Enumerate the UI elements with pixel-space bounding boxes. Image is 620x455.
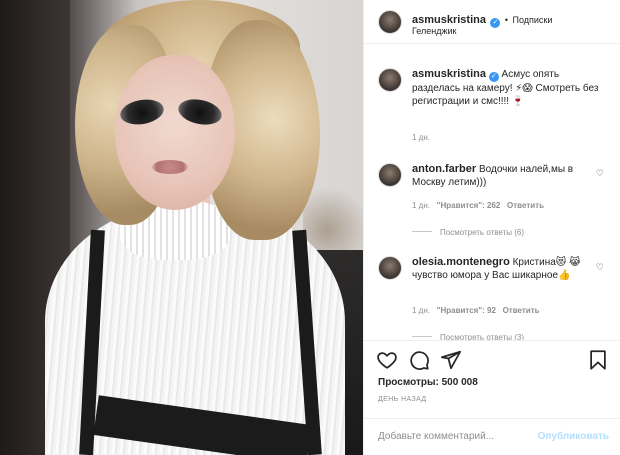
comment-meta: 1 дн. "Нравится": 92 Ответить (412, 306, 540, 315)
like-comment-heart-icon[interactable]: ♡ (596, 262, 604, 273)
comment-input[interactable]: Добавьте комментарий... (378, 431, 494, 442)
caption-username[interactable]: asmuskristina (412, 68, 486, 80)
reply-button[interactable]: Ответить (503, 306, 540, 315)
like-comment-heart-icon[interactable]: ♡ (596, 168, 604, 179)
view-replies-button[interactable]: Посмотреть ответы (6) (412, 228, 524, 237)
caption-avatar[interactable] (378, 68, 402, 92)
subject-face (115, 55, 235, 210)
comment-avatar[interactable] (378, 163, 402, 187)
subject-mouth (152, 160, 188, 174)
comment-bubble-icon[interactable] (408, 349, 430, 371)
view-replies-button[interactable]: Посмотреть ответы (3) (412, 333, 524, 340)
comment-avatar[interactable] (378, 256, 402, 280)
author-username[interactable]: asmuskristina (412, 14, 486, 26)
comment-likes[interactable]: "Нравится": 92 (437, 306, 496, 315)
photo-subject (0, 0, 363, 455)
comment-meta: 1 дн. "Нравится": 262 Ответить (412, 201, 544, 210)
action-bar (364, 340, 620, 380)
publish-comment-button[interactable]: Опубликовать (538, 431, 609, 442)
location-link[interactable]: Геленджик (412, 26, 456, 36)
comment-time[interactable]: 1 дн. (412, 306, 430, 315)
comment-username[interactable]: olesia.montenegro (412, 256, 510, 268)
comment-username[interactable]: anton.farber (412, 163, 476, 175)
author-avatar[interactable] (378, 10, 402, 34)
like-heart-icon[interactable] (376, 349, 398, 371)
verified-badge-icon: ✓ (490, 18, 501, 28)
instagram-post-modal: asmuskristina ✓ • Подписки Геленджик asm… (0, 0, 620, 455)
share-send-icon[interactable] (440, 349, 462, 371)
comment-time[interactable]: 1 дн. (412, 201, 430, 210)
follow-status-button[interactable]: Подписки (513, 15, 553, 25)
add-comment-box: Добавьте комментарий... Опубликовать (364, 418, 620, 455)
reply-button[interactable]: Ответить (507, 201, 544, 210)
caption-time[interactable]: 1 дн. (412, 133, 430, 142)
comment-likes[interactable]: "Нравится": 262 (437, 201, 501, 210)
view-count[interactable]: Просмотры: 500 008 (378, 377, 478, 388)
comment-text-block: anton.farber Водочки налей,мы в Москву л… (412, 163, 587, 189)
post-time-ago[interactable]: ДЕНЬ НАЗАД (378, 396, 427, 403)
comment-text-block: olesia.montenegro Кристина😻 😹 чувство юм… (412, 256, 587, 282)
caption-text-block: asmuskristina ✓ Асмус опять разделась на… (412, 68, 602, 108)
verified-badge-icon: ✓ (488, 72, 499, 82)
header-separator: • (504, 15, 509, 25)
post-header: asmuskristina ✓ • Подписки Геленджик (364, 0, 620, 44)
bookmark-save-icon[interactable] (587, 349, 609, 371)
post-photo[interactable] (0, 0, 363, 455)
post-side-panel: asmuskristina ✓ • Подписки Геленджик asm… (363, 0, 620, 455)
